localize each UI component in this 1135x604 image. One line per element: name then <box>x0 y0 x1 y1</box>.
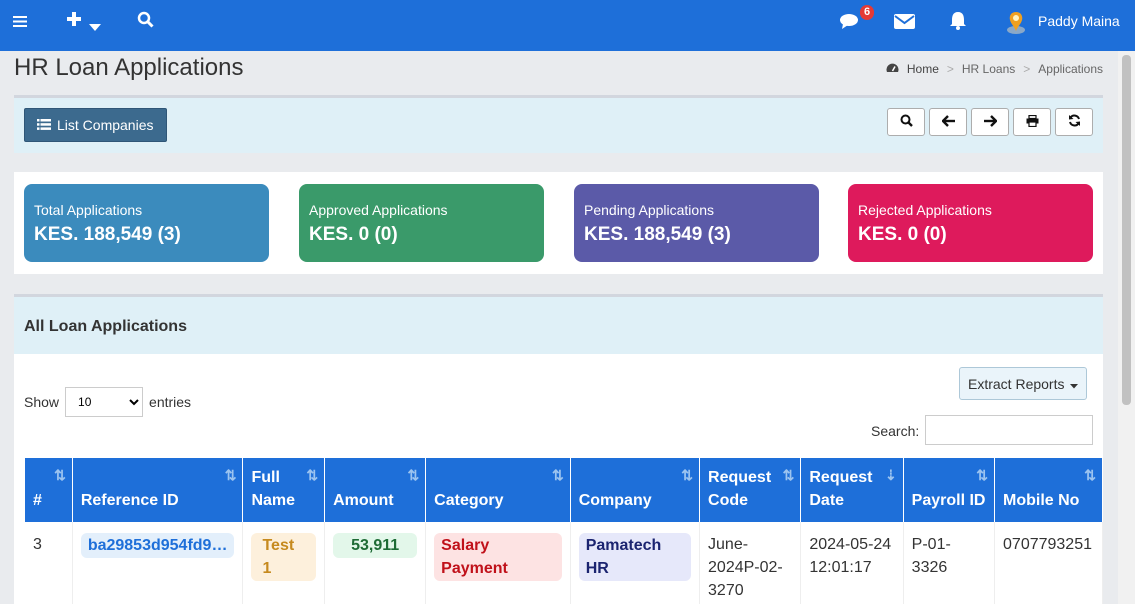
stat-label: Rejected Applications <box>858 202 992 218</box>
cell-request-code: June-2024P-02-3270 <box>699 522 802 604</box>
sort-desc-icon: ⇣ <box>884 467 897 483</box>
pending-applications-card[interactable]: Pending Applications KES. 188,549 (3) <box>574 184 819 262</box>
sort-icon: ⇅ <box>224 467 237 483</box>
amount-badge: 53,911 <box>333 533 418 558</box>
action-toolbar: List Companies <box>14 95 1103 153</box>
breadcrumb: Home > HR Loans > Applications <box>886 62 1103 76</box>
caret-down-icon[interactable] <box>89 16 101 36</box>
stat-value: KES. 188,549 (3) <box>34 224 181 245</box>
breadcrumb-separator: > <box>946 62 954 76</box>
column-header-number[interactable]: ⇅ # <box>25 458 73 522</box>
caret-down-icon <box>1070 376 1079 392</box>
stat-value: KES. 0 (0) <box>858 224 947 245</box>
breadcrumb-home[interactable]: Home <box>907 62 939 76</box>
panel-heading: All Loan Applications <box>14 297 1103 354</box>
loan-applications-panel: All Loan Applications Show 10 entries Ex… <box>14 294 1103 604</box>
column-header-amount[interactable]: ⇅ Amount <box>324 458 427 522</box>
breadcrumb-hr-loans[interactable]: HR Loans <box>962 62 1015 76</box>
page-size-select[interactable]: 10 <box>65 387 144 417</box>
print-button[interactable] <box>1013 108 1051 136</box>
loan-applications-table: ⇅ # ⇅ Reference ID ⇅ Full Name ⇅ Amount ⇅ Cat… <box>25 458 1103 604</box>
sort-icon: ⇅ <box>782 467 795 483</box>
print-icon <box>1026 114 1039 130</box>
category-badge: Salary Payment <box>434 533 562 581</box>
sort-icon: ⇅ <box>976 467 989 483</box>
entries-label: entries <box>149 394 192 410</box>
search-icon[interactable] <box>137 11 154 32</box>
column-header-payroll-id[interactable]: ⇅ Payroll ID <box>903 458 996 522</box>
cell-company: Pamatech HR <box>570 522 701 604</box>
envelope-icon[interactable] <box>894 13 915 33</box>
column-header-mobile-no[interactable]: ⇅ Mobile No <box>994 458 1103 522</box>
sort-icon: ⇅ <box>407 467 420 483</box>
column-header-full-name[interactable]: ⇅ Full Name <box>242 458 326 522</box>
stat-label: Total Applications <box>34 202 143 218</box>
table-search-input[interactable] <box>925 415 1093 445</box>
page-title: HR Loan Applications <box>14 54 244 81</box>
user-avatar[interactable] <box>1006 10 1026 34</box>
extract-reports-label: Extract Reports <box>968 375 1065 392</box>
cell-mobile-no: 0707793251 <box>994 522 1103 604</box>
bell-icon[interactable] <box>949 11 967 34</box>
column-header-request-date[interactable]: ⇣ Request Date <box>800 458 904 522</box>
sort-icon: ⇅ <box>681 467 694 483</box>
refresh-button[interactable] <box>1055 108 1093 136</box>
approved-applications-card[interactable]: Approved Applications KES. 0 (0) <box>299 184 544 262</box>
page-size-control: Show 10 entries <box>24 387 191 417</box>
cell-payroll-id: P-01-3326 <box>903 522 996 604</box>
cell-full-name: Test 1 <box>242 522 326 604</box>
column-header-request-code[interactable]: ⇅ Request Code <box>699 458 802 522</box>
back-button[interactable] <box>929 108 967 136</box>
total-applications-card[interactable]: Total Applications KES. 188,549 (3) <box>24 184 269 262</box>
full-name-badge: Test 1 <box>251 533 317 581</box>
show-label: Show <box>24 394 60 410</box>
cell-reference-id: ba29853d954fd9… <box>72 522 244 604</box>
refresh-icon <box>1068 114 1081 130</box>
breadcrumb-separator: > <box>1023 62 1031 76</box>
list-icon <box>37 117 51 133</box>
plus-icon[interactable] <box>66 11 82 31</box>
scrollbar-thumb[interactable] <box>1122 55 1131 405</box>
tool-button-group <box>887 108 1093 136</box>
cell-number: 3 <box>25 522 73 604</box>
stats-panel: Total Applications KES. 188,549 (3) Appr… <box>14 172 1103 274</box>
stat-value: KES. 188,549 (3) <box>584 224 731 245</box>
stat-label: Approved Applications <box>309 202 448 218</box>
company-badge: Pamatech HR <box>578 533 692 581</box>
dashboard-icon <box>886 62 899 76</box>
page-scrollbar[interactable] <box>1118 51 1135 604</box>
search-icon <box>900 114 913 130</box>
column-header-company[interactable]: ⇅ Company <box>570 458 701 522</box>
breadcrumb-applications: Applications <box>1038 62 1103 76</box>
arrow-left-icon <box>940 114 955 130</box>
column-header-category[interactable]: ⇅ Category <box>425 458 571 522</box>
list-companies-button[interactable]: List Companies <box>24 108 167 142</box>
cell-category: Salary Payment <box>425 522 571 604</box>
search-label: Search: <box>871 423 920 439</box>
sort-icon: ⇅ <box>306 467 319 483</box>
stat-label: Pending Applications <box>584 202 714 218</box>
extract-reports-button[interactable]: Extract Reports <box>959 367 1088 400</box>
reference-id-link[interactable]: ba29853d954fd9… <box>80 533 235 558</box>
cell-request-date: 2024-05-24 12:01:17 <box>800 522 904 604</box>
menu-icon[interactable] <box>13 12 27 32</box>
search-button[interactable] <box>887 108 925 136</box>
cell-amount: 53,911 <box>324 522 427 604</box>
sort-icon: ⇅ <box>1084 467 1096 483</box>
table-header-row: ⇅ # ⇅ Reference ID ⇅ Full Name ⇅ Amount ⇅ Cat… <box>25 458 1103 522</box>
user-name[interactable]: Paddy Maina <box>1038 13 1120 29</box>
sort-icon: ⇅ <box>551 467 564 483</box>
top-navbar: 6 Paddy Maina <box>0 0 1135 51</box>
message-count-badge: 6 <box>860 5 875 20</box>
rejected-applications-card[interactable]: Rejected Applications KES. 0 (0) <box>848 184 1093 262</box>
sort-icon: ⇅ <box>54 467 66 483</box>
column-header-reference-id[interactable]: ⇅ Reference ID <box>72 458 244 522</box>
list-companies-label: List Companies <box>57 117 154 133</box>
table-row[interactable]: 3 ba29853d954fd9… Test 1 53,911 Salary P… <box>25 522 1103 604</box>
arrow-right-icon <box>983 114 998 130</box>
stat-value: KES. 0 (0) <box>309 224 398 245</box>
comments-icon[interactable] <box>840 13 860 33</box>
forward-button[interactable] <box>971 108 1009 136</box>
